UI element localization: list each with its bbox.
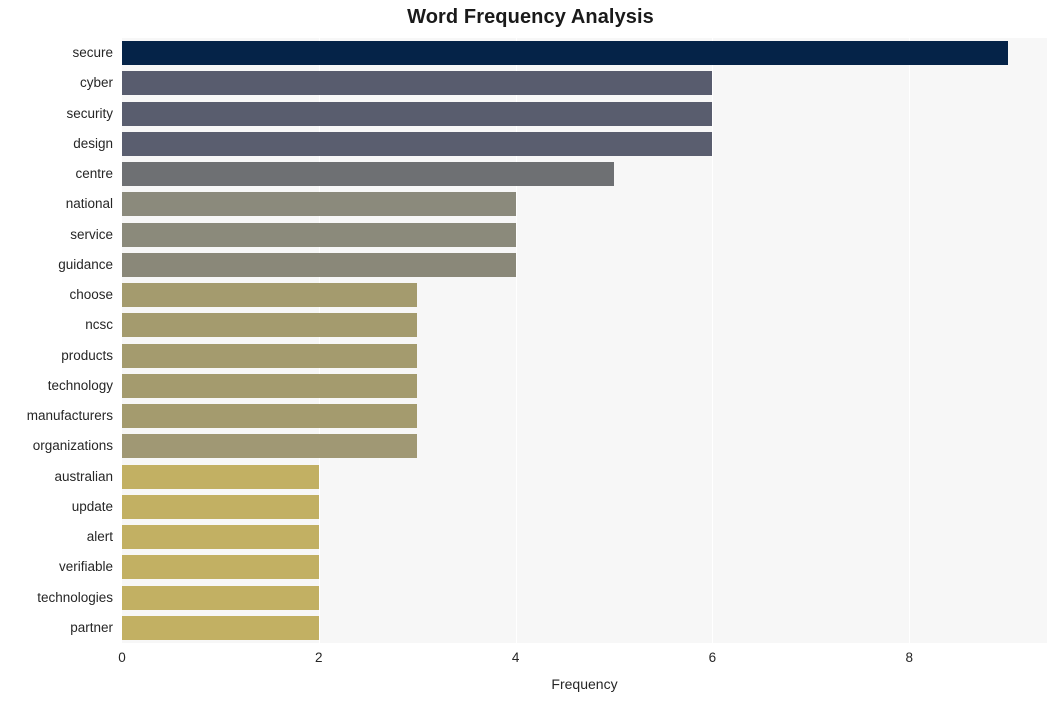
bar-choose[interactable] [122, 283, 418, 308]
x-tick-label-6: 6 [708, 650, 717, 665]
y-tick-label-choose: choose [69, 287, 113, 303]
y-tick-label-verifiable: verifiable [58, 559, 113, 575]
x-tick-label-2: 2 [315, 650, 323, 665]
plot-area [122, 38, 1047, 643]
bar-secure[interactable] [122, 41, 1008, 66]
y-tick-label-manufacturers: manufacturers [26, 408, 113, 424]
x-tick-label-0: 0 [118, 650, 126, 665]
y-tick-label-security: security [66, 105, 113, 121]
y-tick-label-products: products [61, 347, 113, 363]
bar-cyber[interactable] [122, 71, 713, 96]
y-tick-label-partner: partner [70, 619, 113, 635]
bar-guidance[interactable] [122, 252, 516, 277]
y-tick-label-cyber: cyber [79, 75, 113, 91]
chart-figure: Word Frequency Analysis secure cyber secur… [0, 0, 1061, 701]
x-tick-label-8: 8 [905, 650, 913, 665]
y-axis: secure cyber security design centre national s… [0, 38, 113, 643]
gridline-vertical [909, 38, 911, 643]
y-tick-label-alert: alert [86, 529, 113, 545]
bar-national[interactable] [122, 192, 516, 217]
bar-partner[interactable] [122, 615, 319, 640]
y-tick-label-guidance: guidance [58, 256, 113, 272]
y-tick-label-technologies: technologies [37, 589, 113, 605]
gridline-vertical [712, 38, 714, 643]
y-tick-label-centre: centre [75, 166, 113, 182]
x-axis-title: Frequency [551, 676, 618, 692]
y-tick-label-design: design [73, 135, 113, 151]
y-tick-label-technology: technology [47, 377, 113, 393]
bar-service[interactable] [122, 222, 516, 247]
bar-centre[interactable] [122, 162, 615, 187]
y-tick-label-organizations: organizations [32, 438, 113, 454]
bar-design[interactable] [122, 131, 713, 156]
gridline-vertical [515, 38, 517, 643]
chart-title: Word Frequency Analysis [407, 6, 654, 28]
bar-update[interactable] [122, 494, 319, 519]
x-tick-label-4: 4 [511, 650, 520, 665]
bar-australian[interactable] [122, 464, 319, 489]
y-tick-label-service: service [70, 226, 113, 242]
x-axis: Frequency 0 2 4 6 8 [0, 643, 1061, 701]
y-tick-label-update: update [71, 498, 113, 514]
bar-organizations[interactable] [122, 434, 418, 459]
bar-security[interactable] [122, 101, 713, 126]
y-tick-label-ncsc: ncsc [85, 317, 113, 333]
bar-products[interactable] [122, 343, 418, 368]
y-tick-label-australian: australian [54, 468, 113, 484]
y-tick-label-national: national [65, 196, 113, 212]
bar-manufacturers[interactable] [122, 404, 418, 429]
y-tick-label-secure: secure [72, 45, 113, 61]
bar-technologies[interactable] [122, 585, 319, 610]
bar-alert[interactable] [122, 525, 319, 550]
bar-verifiable[interactable] [122, 555, 319, 580]
bar-technology[interactable] [122, 373, 418, 398]
gridline-vertical [318, 38, 320, 643]
bar-ncsc[interactable] [122, 313, 418, 338]
